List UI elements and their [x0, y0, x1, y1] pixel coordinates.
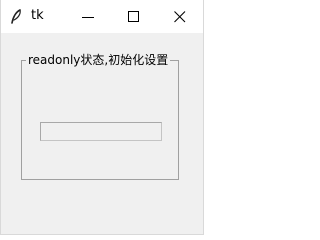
minimize-button[interactable]	[65, 0, 111, 33]
close-icon	[174, 11, 186, 23]
window-title: tk	[31, 8, 44, 23]
readonly-entry[interactable]	[40, 122, 162, 141]
app-window: tk readonly状态,初始化设置	[0, 0, 204, 235]
title-bar[interactable]: tk	[1, 0, 203, 33]
maximize-button[interactable]	[111, 0, 157, 33]
maximize-icon	[128, 11, 139, 22]
labelframe-label: readonly状态,初始化设置	[26, 52, 171, 68]
feather-icon	[9, 9, 23, 25]
close-button[interactable]	[157, 0, 203, 33]
readonly-labelframe: readonly状态,初始化设置	[21, 52, 179, 180]
minimize-icon	[82, 17, 94, 18]
